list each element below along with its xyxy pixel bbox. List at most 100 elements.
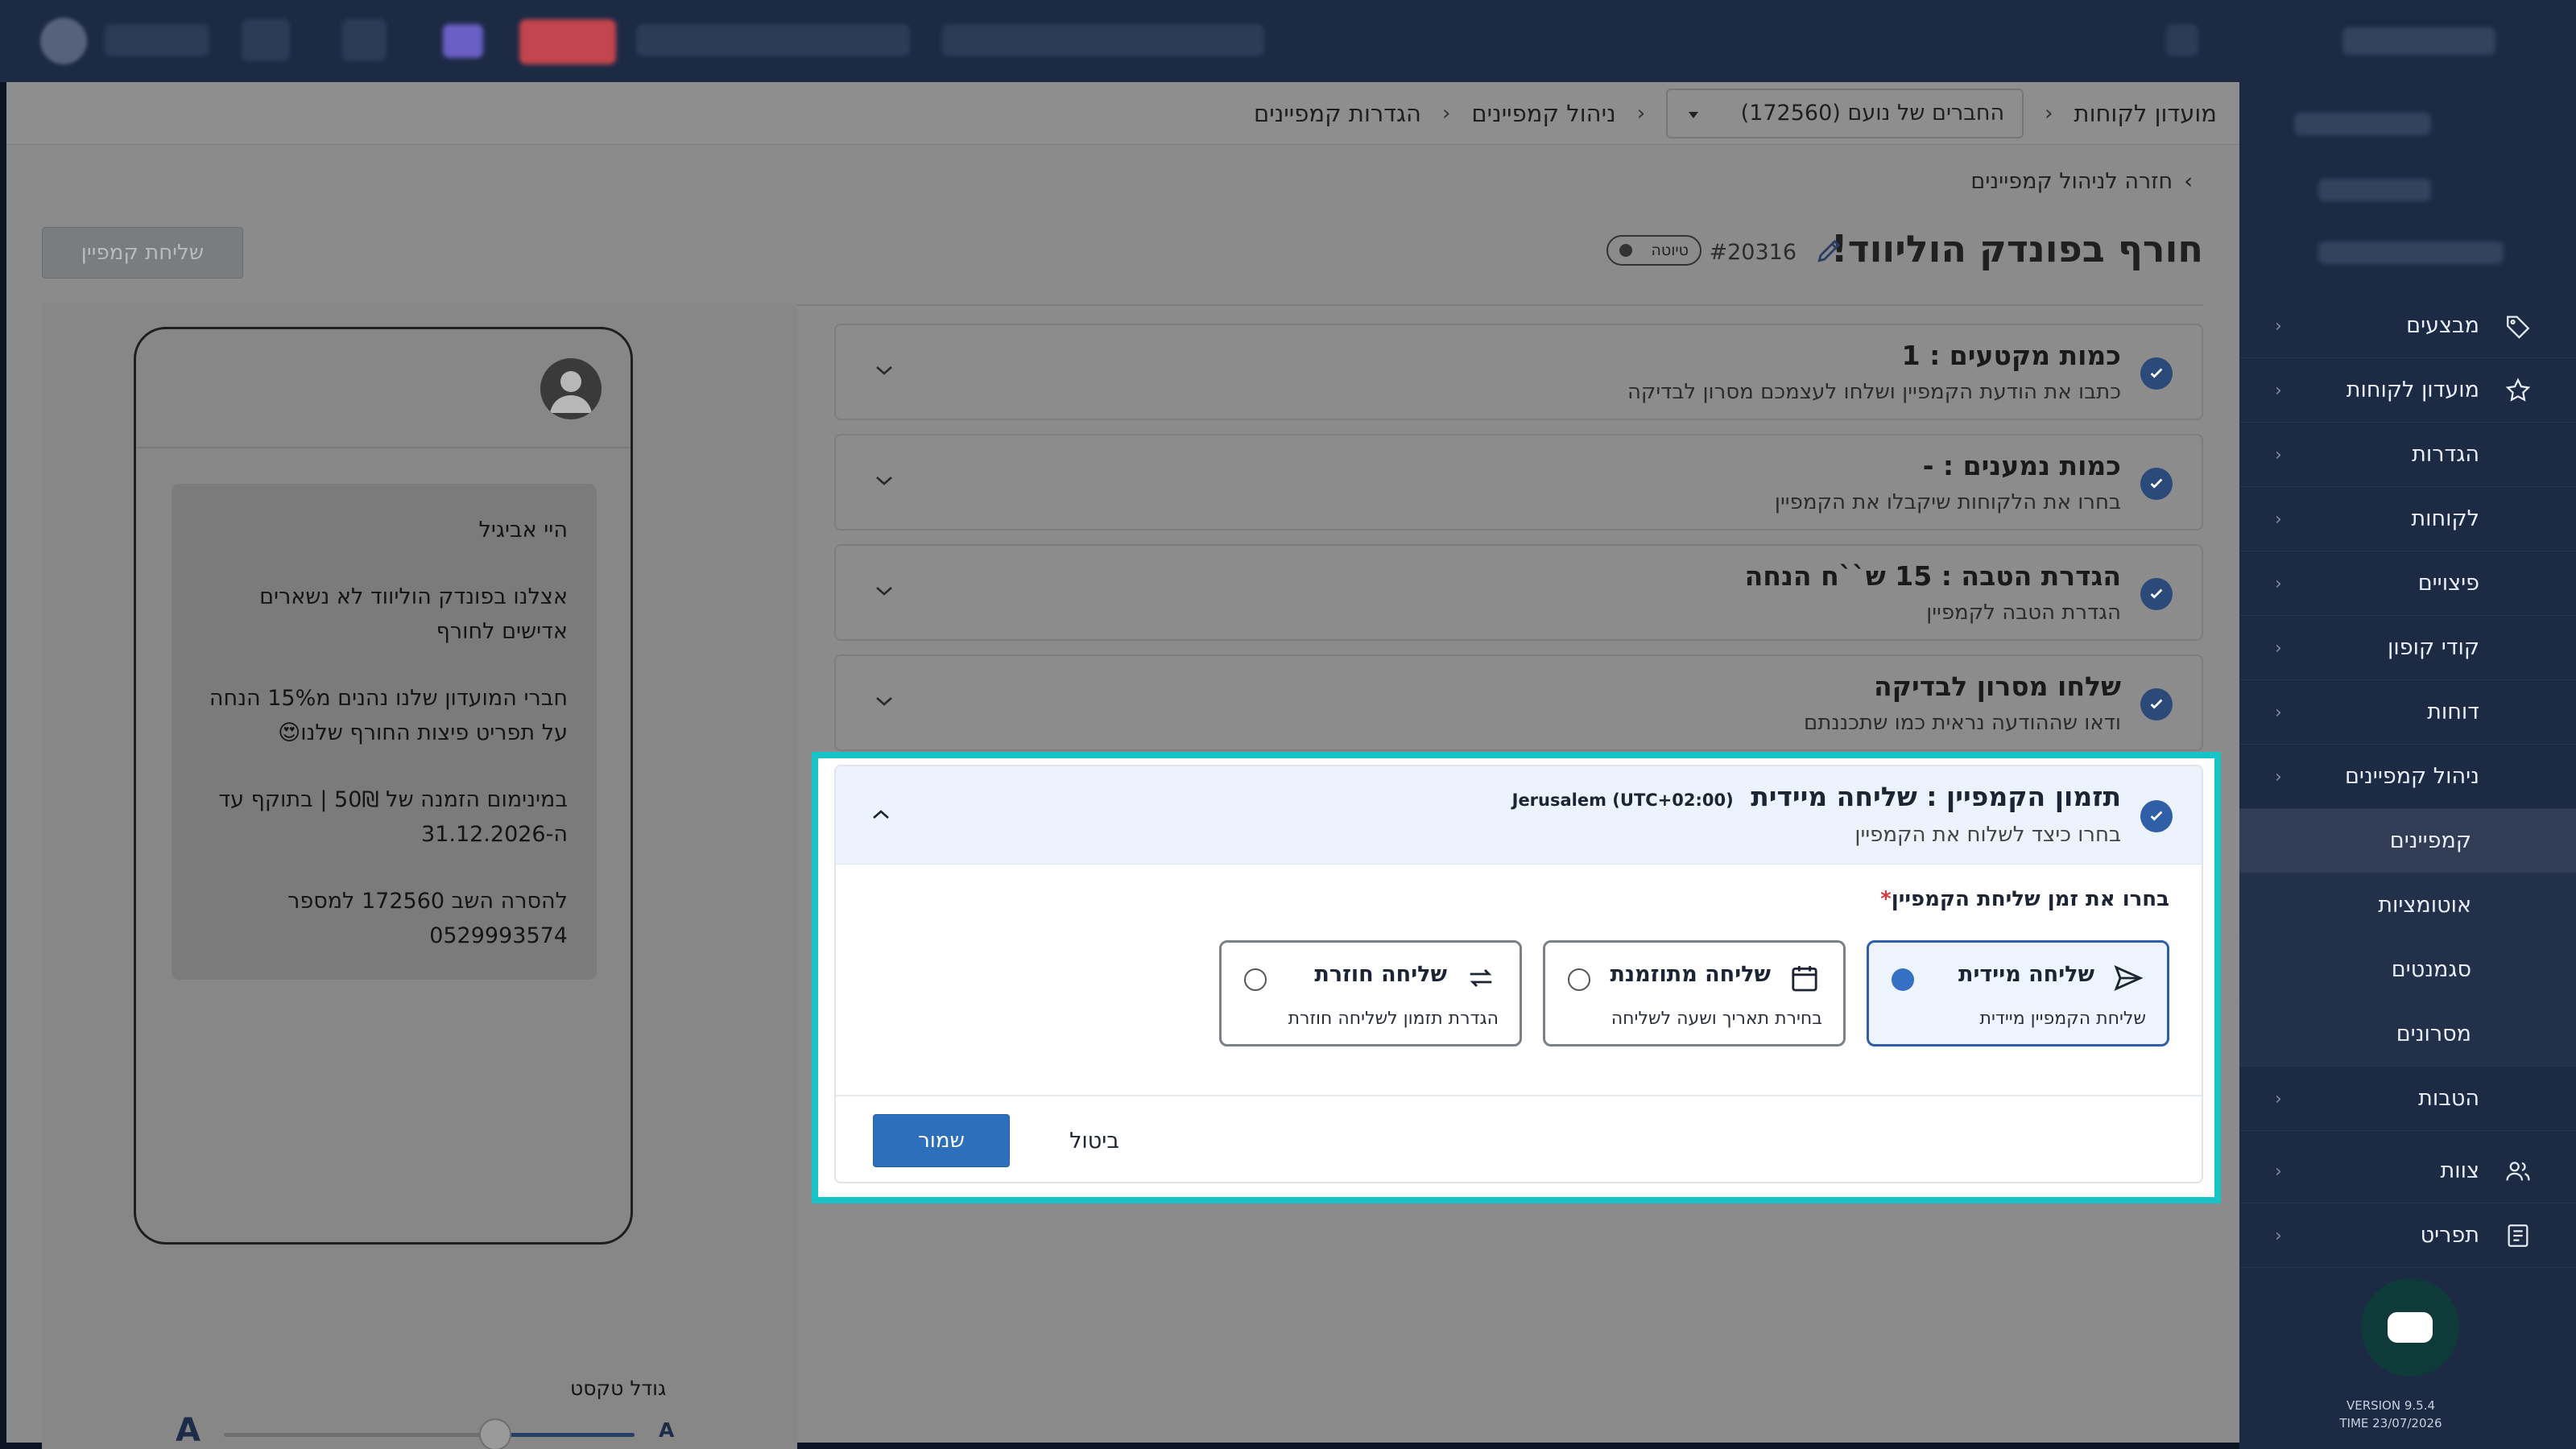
- back-link-label: חזרה לניהול קמפיינים: [1970, 169, 2173, 194]
- chevron-down-icon[interactable]: [870, 687, 899, 716]
- sidebar-blurred-item[interactable]: [2294, 113, 2431, 135]
- version-info: VERSION 9.5.4 TIME 23/07/2026: [2326, 1397, 2455, 1432]
- sidebar-item-promotions[interactable]: מבצעים ‹: [2239, 294, 2576, 358]
- chevron-left-icon: ‹: [1636, 101, 1646, 126]
- sidebar-item-label: דוחות: [2427, 700, 2479, 724]
- radio-selected[interactable]: [1892, 968, 1914, 991]
- chevron-down-icon[interactable]: [870, 466, 899, 495]
- sidebar-item-menu[interactable]: תפריט ‹: [2239, 1203, 2576, 1268]
- tag-icon: [2500, 308, 2536, 344]
- step-title: כמות נמענים : -: [1922, 450, 2121, 481]
- chevron-left-icon: ‹: [2045, 101, 2053, 126]
- step-benefit[interactable]: הגדרת הטבה : 15 ש``ח הנחה הגדרת הטבה לקמ…: [834, 544, 2203, 641]
- divider: [794, 304, 2203, 306]
- sidebar-item-customer-club[interactable]: מועדון לקוחות ‹: [2239, 358, 2576, 423]
- sidebar-item-label: מועדון לקוחות: [2346, 378, 2479, 402]
- breadcrumb-campaign-management[interactable]: ניהול קמפיינים: [1471, 100, 1615, 127]
- sidebar-blurred-item[interactable]: [2318, 242, 2504, 264]
- avatar: [540, 358, 602, 419]
- status-badge: טיוטה: [1606, 235, 1701, 266]
- check-circle-icon: [2140, 578, 2173, 610]
- chevron-left-icon: ‹: [2275, 445, 2282, 465]
- sidebar-item-automations[interactable]: אוטומציות: [2239, 873, 2576, 938]
- step-title: כמות מקטעים : 1: [1901, 340, 2121, 371]
- status-dot-icon: [1619, 244, 1632, 257]
- radio-unselected[interactable]: [1568, 968, 1590, 991]
- topbar-blurred-item[interactable]: [342, 19, 387, 61]
- cancel-button[interactable]: ביטול: [1042, 1114, 1147, 1167]
- option-scheduled-send[interactable]: שליחה מתוזמנת בחירת תאריך ושעה לשליחה: [1543, 940, 1846, 1046]
- sidebar-item-label: צוות: [2440, 1158, 2479, 1183]
- sidebar-item-coupon-codes[interactable]: קודי קופון ‹: [2239, 616, 2576, 680]
- club-select[interactable]: החברים של נועם (172560): [1666, 88, 2024, 138]
- option-subtitle: שליחת הקמפיין מיידית: [1979, 1009, 2147, 1029]
- send-icon: [2111, 960, 2146, 996]
- topbar-blurred-item[interactable]: [242, 19, 290, 61]
- schedule-step-card: תזמון הקמפיין : שליחה מיידית Jerusalem (…: [834, 765, 2203, 1183]
- step-title: שלחו מסרון לבדיקה: [1874, 671, 2121, 702]
- send-time-label: בחרו את זמן שליחת הקמפיין*: [1875, 887, 2169, 911]
- sidebar-item-benefits[interactable]: הטבות ‹: [2239, 1067, 2576, 1131]
- calendar-icon: [1787, 960, 1822, 996]
- menu-book-icon: [2500, 1218, 2536, 1253]
- edit-icon[interactable]: [1814, 235, 1845, 269]
- chat-button[interactable]: [2361, 1278, 2459, 1377]
- text-size-slider[interactable]: A A: [176, 1412, 691, 1449]
- step-segments[interactable]: כמות מקטעים : 1 כתבו את הודעת הקמפיין וש…: [834, 324, 2203, 420]
- caret-down-icon: [1685, 101, 1701, 126]
- sidebar-item-team[interactable]: צוות ‹: [2239, 1139, 2576, 1203]
- option-subtitle: בחירת תאריך ושעה לשליחה: [1611, 1009, 1822, 1029]
- chevron-down-icon[interactable]: [870, 356, 899, 385]
- back-link[interactable]: › חזרה לניהול קמפיינים: [1970, 169, 2193, 194]
- chevron-down-icon[interactable]: [870, 576, 899, 605]
- option-recurring-send[interactable]: שליחה חוזרת הגדרת תזמון לשליחה חוזרת: [1219, 940, 1522, 1046]
- save-button[interactable]: שמור: [873, 1114, 1010, 1167]
- sidebar-blurred-item[interactable]: [2318, 179, 2431, 201]
- breadcrumb-customer-club[interactable]: מועדון לקוחות: [2074, 100, 2217, 127]
- topbar-blurred-item[interactable]: [443, 24, 483, 58]
- schedule-subtitle: בחרו כיצד לשלוח את הקמפיין: [1854, 823, 2121, 847]
- chevron-left-icon: ‹: [2275, 1089, 2282, 1109]
- divider: [836, 1095, 2202, 1096]
- chevron-up-icon[interactable]: [866, 800, 895, 829]
- topbar-blurred-button[interactable]: [519, 19, 616, 64]
- sidebar-item-campaign-management[interactable]: ניהול קמפיינים ‹: [2239, 745, 2576, 809]
- step-recipients[interactable]: כמות נמענים : - בחרו את הלקוחות שיקבלו א…: [834, 434, 2203, 530]
- sidebar-item-segments[interactable]: סגמנטים: [2239, 938, 2576, 1002]
- topbar-blurred-icon[interactable]: [2166, 24, 2198, 56]
- sidebar-item-label: קמפיינים: [2389, 828, 2471, 853]
- schedule-title-text: תזמון הקמפיין : שליחה מיידית: [1751, 781, 2121, 812]
- sidebar-item-customers[interactable]: לקוחות ‹: [2239, 487, 2576, 551]
- sidebar-item-label: מבצעים: [2406, 313, 2479, 338]
- page-title: חורף בפונדק הוליווד!: [1830, 227, 2203, 270]
- step-title: הגדרת הטבה : 15 ש``ח הנחה: [1744, 560, 2121, 592]
- chevron-left-icon: ‹: [2275, 767, 2282, 787]
- sidebar-item-reports[interactable]: דוחות ‹: [2239, 680, 2576, 745]
- message-paragraph: במינימום הזמנה של 50₪ | בתוקף עד ה-31.12…: [218, 787, 568, 847]
- sidebar-item-label: קודי קופון: [2388, 635, 2479, 660]
- schedule-step-header[interactable]: תזמון הקמפיין : שליחה מיידית Jerusalem (…: [836, 766, 2202, 865]
- message-paragraph: להסרה השב 172560 למספר 0529993574: [287, 889, 568, 948]
- option-immediate-send[interactable]: שליחה מיידית שליחת הקמפיין מיידית: [1867, 940, 2169, 1046]
- phone-preview: היי אביגיל אצלנו בפונדק הוליווד לא נשארי…: [134, 327, 633, 1245]
- sidebar-item-label: לקוחות: [2411, 506, 2479, 531]
- send-campaign-button[interactable]: שליחת קמפיין: [42, 227, 243, 279]
- account-logo[interactable]: [40, 18, 87, 64]
- sidebar-item-label: מסרונים: [2396, 1022, 2471, 1046]
- slider-thumb[interactable]: [478, 1418, 511, 1449]
- chevron-left-icon: ‹: [2275, 316, 2282, 336]
- radio-unselected[interactable]: [1244, 968, 1267, 991]
- option-subtitle: הגדרת תזמון לשליחה חוזרת: [1288, 1009, 1499, 1029]
- sidebar-item-sms[interactable]: מסרונים: [2239, 1002, 2576, 1067]
- version-number: VERSION 9.5.4: [2346, 1398, 2436, 1413]
- topbar-blurred-text: [636, 24, 910, 56]
- club-select-value: החברים של נועם (172560): [1740, 101, 2005, 126]
- sidebar-item-compensations[interactable]: פיצויים ‹: [2239, 551, 2576, 616]
- sidebar-item-campaigns[interactable]: קמפיינים: [2239, 809, 2576, 873]
- sidebar-item-settings[interactable]: הגדרות ‹: [2239, 423, 2576, 487]
- chevron-left-icon: ‹: [2275, 381, 2282, 401]
- slider-fill: [494, 1433, 635, 1437]
- step-test-sms[interactable]: שלחו מסרון לבדיקה ודאו שההודעה נראית כמו…: [834, 654, 2203, 751]
- chat-icon: [2388, 1312, 2433, 1343]
- topbar-blurred-text: [942, 24, 1264, 56]
